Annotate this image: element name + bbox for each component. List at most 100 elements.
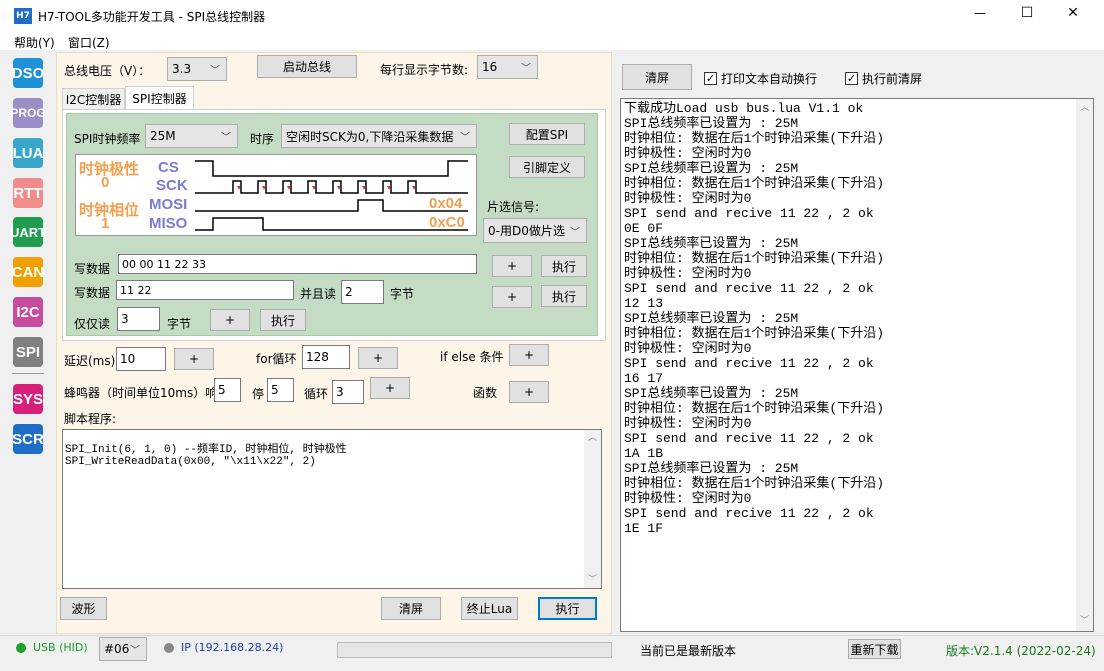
cs-select[interactable]: 0-用D0做片选 ﹀ [483,218,587,243]
log-line: SPI总线频率已设置为 : 25M [624,116,799,131]
rtt-icon[interactable]: RTT [13,178,43,208]
and-read-input[interactable]: 2 [341,280,384,304]
pin-definition-button[interactable]: 引脚定义 [509,156,585,178]
scrollbar-vertical[interactable]: ︿ ﹀ [584,430,601,588]
chevron-down-icon: ﹀ [570,227,580,238]
write2-plus-button[interactable]: + [492,286,532,308]
menu-window[interactable]: 窗口(Z) [68,34,110,51]
read-plus-button[interactable]: + [210,309,250,331]
write-data-input-1[interactable]: 00 00 11 22 33 [118,254,477,274]
title-bar: H7 H7-TOOL多功能开发工具 - SPI总线控制器 — ☐ ✕ [0,0,1104,32]
beep-label: 蜂鸣器（时间单位10ms）响 [64,386,218,400]
sck-arrows [237,186,416,190]
menu-help[interactable]: 帮助(Y) [14,34,55,51]
start-bus-button[interactable]: 启动总线 [257,55,357,78]
minimize-button[interactable]: — [960,6,1000,26]
app-icon: H7 [14,8,32,24]
uart-icon[interactable]: UART [10,217,46,247]
can-icon[interactable]: CAN [12,257,44,287]
cs-select-label: 片选信号: [487,200,540,214]
usb-status: USB (HID) [33,641,88,654]
log-line: 时钟相位: 数据在后1个时钟沿采集(下升沿) [624,476,885,491]
for-plus-button[interactable]: + [358,347,398,369]
write1-plus-button[interactable]: + [492,255,532,277]
log-line: 12 13 [624,296,664,311]
log-line: 1A 1B [624,446,664,461]
miso-trace [195,217,468,231]
voltage-select[interactable]: 3.3 ﹀ [167,57,227,81]
menu-bar: 帮助(Y) 窗口(Z) [0,32,1104,50]
if-else-plus-button[interactable]: + [509,344,549,366]
script-line: SPI_Init(6, 1, 0) --频率ID, 时钟相位, 时钟极性 [65,444,347,456]
ip-status-dot [164,643,174,653]
read-exec-button[interactable]: 执行 [260,309,306,331]
write2-exec-button[interactable]: 执行 [541,285,587,307]
clear-before-run-checkbox[interactable]: ✓ 执行前清屏 [845,70,922,87]
log-line: 时钟相位: 数据在后1个时钟沿采集(下升沿) [624,176,885,191]
log-line: 时钟相位: 数据在后1个时钟沿采集(下升沿) [624,131,885,146]
run-script-button[interactable]: 执行 [538,597,597,620]
scroll-down-icon: ﹀ [1080,616,1090,626]
chevron-down-icon: ﹀ [210,65,220,77]
log-line: SPI总线频率已设置为 : 25M [624,311,799,326]
lua-icon[interactable]: LUA [13,138,43,168]
bytes-per-line-select[interactable]: 16 ﹀ [477,55,538,79]
close-button[interactable]: ✕ [1053,5,1093,25]
sys-icon[interactable]: SYS [13,384,43,414]
beep-on-input[interactable]: 5 [214,378,241,402]
log-line: SPI总线频率已设置为 : 25M [624,461,799,476]
for-loop-input[interactable]: 128 [302,345,350,369]
tab-spi[interactable]: SPI控制器 [125,86,194,110]
log-line: 时钟极性: 空闲时为0 [624,191,752,206]
function-label: 函数 [473,386,498,400]
config-spi-button[interactable]: 配置SPI [509,123,585,145]
delay-input[interactable]: 10 [116,347,166,371]
chevron-down-icon: ﹀ [460,132,470,144]
dso-icon[interactable]: DSO [12,58,44,88]
spi-icon[interactable]: SPI [13,337,43,367]
output-log[interactable]: 下载成功Load usb bus.lua V1.1 ok SPI总线频率已设置为 … [620,98,1094,632]
for-loop-label: for循环 [256,352,297,366]
function-plus-button[interactable]: + [509,381,549,403]
chevron-down-icon: ﹀ [130,645,140,657]
read-only-label: 仅仅读 [74,317,111,331]
write1-exec-button[interactable]: 执行 [541,255,587,277]
delay-plus-button[interactable]: + [174,348,214,370]
log-line: SPI总线频率已设置为 : 25M [624,386,799,401]
clear-script-button[interactable]: 清屏 [381,597,441,620]
tab-i2c[interactable]: I2C控制器 [62,88,125,109]
scroll-up-icon: ︿ [1080,103,1090,113]
clock-polarity-value: 0 [101,174,110,191]
scr-icon[interactable]: SCR [12,424,44,454]
i2c-icon[interactable]: I2C [13,297,43,327]
beep-off-input[interactable]: 5 [267,378,294,402]
log-line: 时钟极性: 空闲时为0 [624,146,752,161]
log-line: 时钟极性: 空闲时为0 [624,341,752,356]
beep-plus-button[interactable]: + [370,377,410,399]
log-line: 下载成功Load usb bus.lua V1.1 ok [624,101,864,116]
waveform-button[interactable]: 波形 [60,597,107,620]
log-line: 16 17 [624,371,664,386]
timing-select[interactable]: 空闲时SCK为0,下降沿采集数据 ﹀ [281,124,477,148]
update-status: 当前已是最新版本 [640,644,737,658]
maximize-button[interactable]: ☐ [1007,5,1047,25]
clear-log-button[interactable]: 清屏 [622,64,692,90]
beep-loop-input[interactable]: 3 [332,380,364,404]
and-read-label: 并且读 [300,287,337,301]
auto-wrap-checkbox[interactable]: ✓ 打印文本自动换行 [704,70,817,87]
log-line: 1E 1F [624,521,664,536]
script-editor[interactable]: SPI_Init(6, 1, 0) --频率ID, 时钟相位, 时钟极性 SPI… [62,429,602,589]
log-line: 时钟相位: 数据在后1个时钟沿采集(下升沿) [624,326,885,341]
spi-clock-select[interactable]: 25M ﹀ [145,124,238,148]
if-else-label: if else 条件 [440,350,504,364]
write-data-input-2[interactable]: 11 22 [116,280,294,300]
script-program-label: 脚本程序: [64,412,117,426]
prog-icon[interactable]: PROG [10,98,46,128]
bytes-unit-label: 字节 [390,287,415,301]
scroll-up-icon: ︿ [588,433,598,443]
redownload-button[interactable]: 重新下载 [848,639,901,659]
read-only-input[interactable]: 3 [117,307,160,331]
device-select[interactable]: #06 ﹀ [99,637,147,661]
log-scrollbar[interactable]: ︿ ﹀ [1076,99,1093,631]
stop-lua-button[interactable]: 终止Lua [461,597,518,620]
